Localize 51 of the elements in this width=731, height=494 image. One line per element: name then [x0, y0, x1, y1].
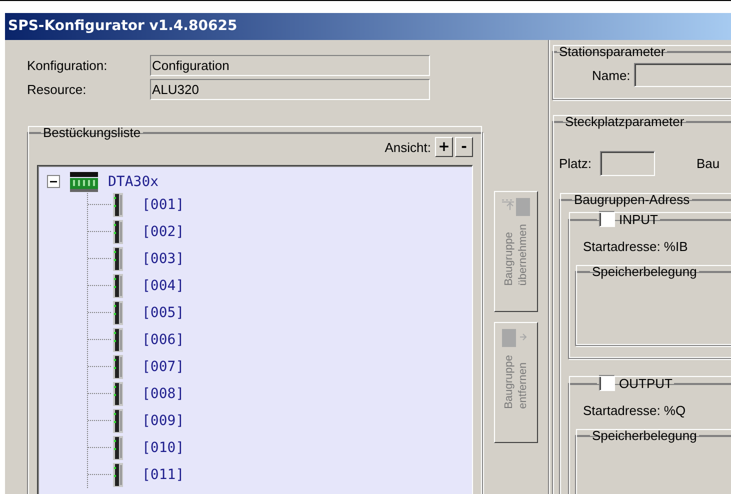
module-icon [113, 436, 123, 460]
read-only-field: ALU320 [150, 78, 430, 100]
field-label: Platz: [559, 156, 592, 171]
group-title: Speicherbelegung [591, 264, 698, 279]
tree-item[interactable]: [002] [142, 224, 184, 240]
checkbox-label: OUTPUT [619, 376, 672, 390]
name-field[interactable] [634, 63, 731, 87]
module-icon [113, 462, 123, 486]
group-title: Stationsparameter [558, 44, 666, 59]
group-title: Speicherbelegung [591, 428, 698, 443]
add-module-icon [500, 196, 532, 218]
field-label: Resource: [27, 82, 88, 96]
tree-item[interactable]: [011] [142, 466, 184, 482]
tree-item[interactable]: [008] [142, 386, 184, 402]
expand-view-button[interactable]: + [435, 137, 453, 157]
field-label: Konfiguration: [27, 58, 108, 72]
tree-item[interactable]: [006] [142, 332, 184, 348]
tree-item[interactable]: DTA30x [108, 174, 159, 190]
module-icon [113, 246, 123, 270]
module-icon [113, 408, 123, 432]
module-icon [113, 354, 123, 378]
tree-item[interactable]: [010] [142, 440, 184, 456]
module-icon [113, 382, 123, 406]
module-icon [113, 192, 123, 216]
checkbox[interactable] [599, 211, 615, 227]
tree-item[interactable]: [001] [142, 196, 184, 212]
tree-item[interactable]: [009] [142, 412, 184, 428]
module-icon [113, 220, 123, 244]
group-title: Bestückungsliste [42, 125, 142, 140]
field-label: Name: [592, 68, 630, 82]
checkbox[interactable] [599, 375, 615, 391]
tree-item[interactable]: [007] [142, 358, 184, 374]
rack-icon [70, 172, 98, 192]
field-label: Bau [696, 156, 720, 171]
window-title: SPS-Konfigurator v1.4.80625 [7, 17, 238, 34]
start-address-label: Startadresse: %Q [583, 403, 687, 418]
tree-item[interactable]: [003] [142, 250, 184, 266]
tree-item[interactable]: [004] [142, 278, 184, 294]
collapse-icon[interactable] [47, 175, 60, 188]
view-label: Ansicht: [384, 140, 431, 154]
read-only-field: Configuration [150, 54, 430, 76]
checkbox-label: INPUT [619, 212, 658, 226]
slot-field[interactable] [600, 151, 655, 176]
module-icon [113, 300, 123, 324]
tree-item[interactable]: [005] [142, 304, 184, 320]
group-title: Baugruppen-Adress [573, 192, 691, 207]
module-icon [113, 274, 123, 298]
module-icon [113, 328, 123, 352]
group-title: Steckplatzparameter [564, 114, 686, 129]
start-address-label: Startadresse: %IB [583, 239, 689, 254]
collapse-view-button[interactable]: - [455, 137, 473, 157]
